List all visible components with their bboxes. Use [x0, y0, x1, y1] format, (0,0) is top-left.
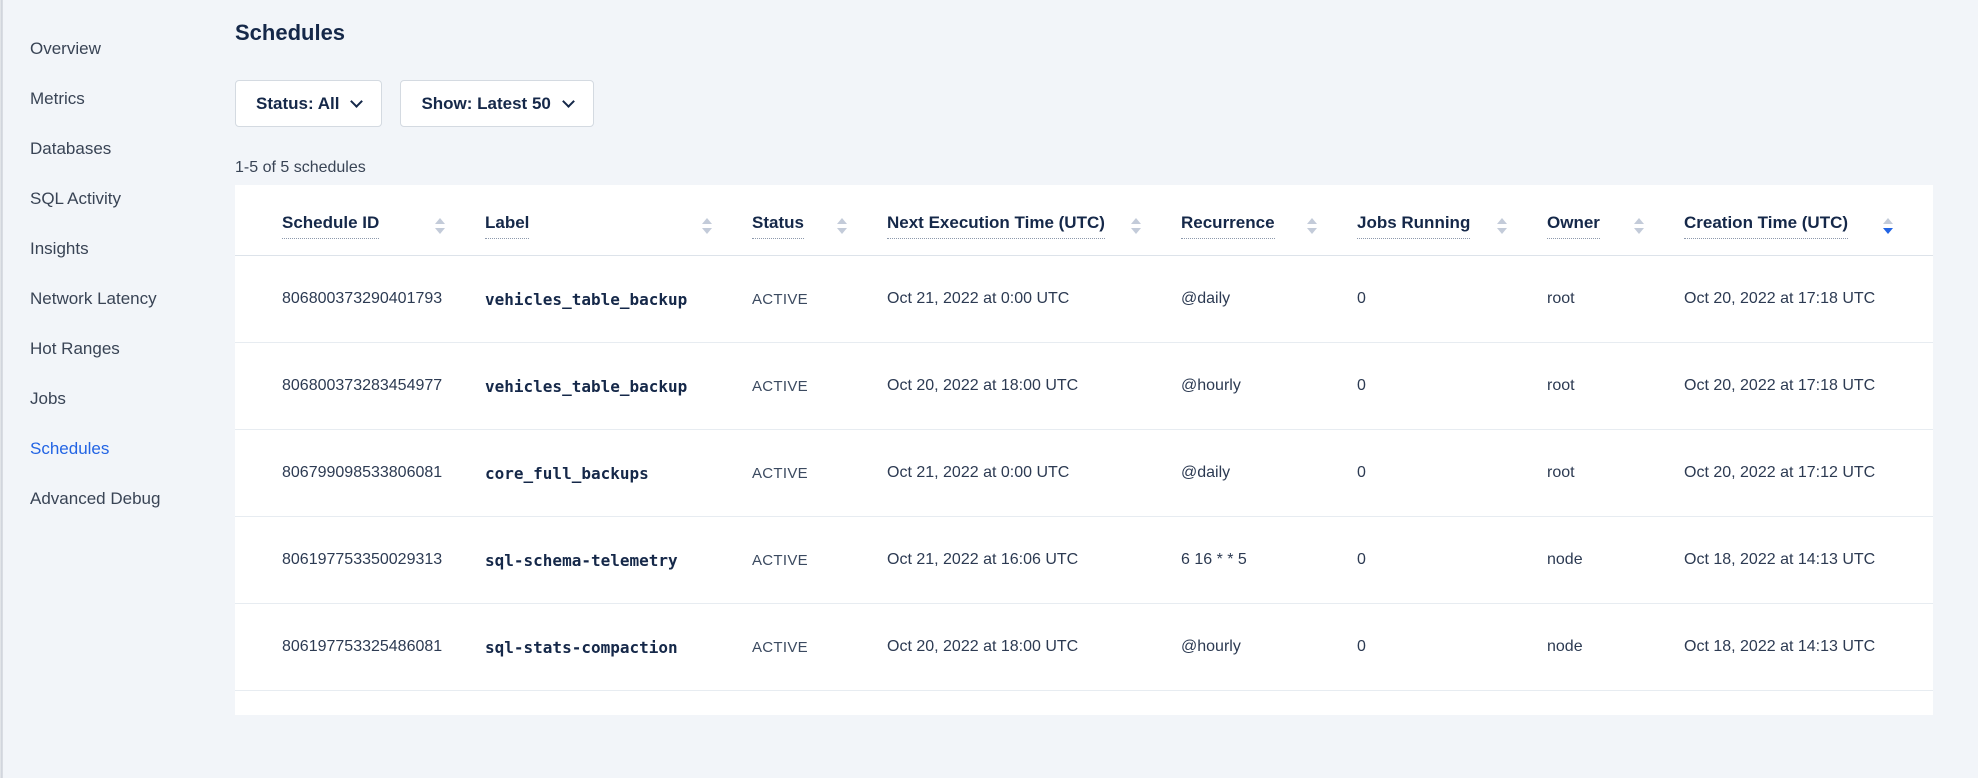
- column-header-next-execution[interactable]: Next Execution Time (UTC): [887, 185, 1181, 256]
- column-header-owner[interactable]: Owner: [1547, 185, 1684, 256]
- column-header-recurrence[interactable]: Recurrence: [1181, 185, 1357, 256]
- sort-arrows-icon: [702, 218, 712, 234]
- schedule-id-cell: 806197753350029313: [235, 517, 485, 604]
- recurrence-cell: @hourly: [1181, 604, 1357, 691]
- jobs-running-cell: 0: [1357, 343, 1547, 430]
- schedule-label-cell: sql-schema-telemetry: [485, 517, 752, 604]
- creation-time-cell: Oct 20, 2022 at 17:18 UTC: [1684, 343, 1933, 430]
- column-header-label[interactable]: Label: [485, 185, 752, 256]
- schedule-table-body: 806800373290401793 vehicles_table_backup…: [235, 256, 1933, 691]
- table-header-row: Schedule ID Label Status Next Execution …: [235, 185, 1933, 256]
- creation-time-cell: Oct 18, 2022 at 14:13 UTC: [1684, 604, 1933, 691]
- schedule-label-cell: vehicles_table_backup: [485, 256, 752, 343]
- owner-cell: root: [1547, 343, 1684, 430]
- schedule-status-cell: ACTIVE: [752, 343, 887, 430]
- recurrence-cell: @hourly: [1181, 343, 1357, 430]
- recurrence-cell: @daily: [1181, 256, 1357, 343]
- sidebar-item-databases[interactable]: Databases: [30, 124, 225, 174]
- sort-arrows-icon: [1131, 218, 1141, 234]
- next-execution-cell: Oct 20, 2022 at 18:00 UTC: [887, 343, 1181, 430]
- column-header-creation-time[interactable]: Creation Time (UTC): [1684, 185, 1933, 256]
- schedule-row: 806197753325486081 sql-stats-compaction …: [235, 604, 1933, 691]
- schedule-status-cell: ACTIVE: [752, 256, 887, 343]
- jobs-running-cell: 0: [1357, 604, 1547, 691]
- show-filter-label: Show: Latest 50: [421, 94, 550, 114]
- results-count: 1-5 of 5 schedules: [235, 159, 1933, 177]
- main-content: Schedules Status: All Show: Latest 50 1-…: [235, 0, 1978, 778]
- sort-arrows-icon: [435, 218, 445, 234]
- schedule-label-cell: vehicles_table_backup: [485, 343, 752, 430]
- schedule-id-cell: 806800373283454977: [235, 343, 485, 430]
- schedule-status-cell: ACTIVE: [752, 430, 887, 517]
- schedule-label-cell: sql-stats-compaction: [485, 604, 752, 691]
- owner-cell: root: [1547, 430, 1684, 517]
- schedule-status-cell: ACTIVE: [752, 604, 887, 691]
- owner-cell: node: [1547, 604, 1684, 691]
- next-execution-cell: Oct 21, 2022 at 0:00 UTC: [887, 430, 1181, 517]
- recurrence-cell: @daily: [1181, 430, 1357, 517]
- sidebar-item-advanced-debug[interactable]: Advanced Debug: [30, 474, 225, 524]
- status-filter-dropdown[interactable]: Status: All: [235, 80, 382, 127]
- sidebar-item-insights[interactable]: Insights: [30, 224, 225, 274]
- sidebar-item-network-latency[interactable]: Network Latency: [30, 274, 225, 324]
- sidebar-item-schedules[interactable]: Schedules: [30, 424, 225, 474]
- window-left-edge: [0, 0, 3, 778]
- schedule-row: 806800373290401793 vehicles_table_backup…: [235, 256, 1933, 343]
- schedule-row: 806197753350029313 sql-schema-telemetry …: [235, 517, 1933, 604]
- owner-cell: node: [1547, 517, 1684, 604]
- schedules-table-card: Schedule ID Label Status Next Execution …: [235, 185, 1933, 715]
- jobs-running-cell: 0: [1357, 256, 1547, 343]
- sidebar: Overview Metrics Databases SQL Activity …: [0, 0, 235, 778]
- next-execution-cell: Oct 21, 2022 at 0:00 UTC: [887, 256, 1181, 343]
- sidebar-item-jobs[interactable]: Jobs: [30, 374, 225, 424]
- sort-arrows-icon: [1307, 218, 1317, 234]
- column-header-schedule-id[interactable]: Schedule ID: [235, 185, 485, 256]
- owner-cell: root: [1547, 256, 1684, 343]
- column-header-status[interactable]: Status: [752, 185, 887, 256]
- next-execution-cell: Oct 21, 2022 at 16:06 UTC: [887, 517, 1181, 604]
- creation-time-cell: Oct 18, 2022 at 14:13 UTC: [1684, 517, 1933, 604]
- jobs-running-cell: 0: [1357, 430, 1547, 517]
- jobs-running-cell: 0: [1357, 517, 1547, 604]
- creation-time-cell: Oct 20, 2022 at 17:12 UTC: [1684, 430, 1933, 517]
- schedule-row: 806799098533806081 core_full_backups ACT…: [235, 430, 1933, 517]
- chevron-down-icon: [351, 95, 364, 108]
- schedule-id-cell: 806197753325486081: [235, 604, 485, 691]
- recurrence-cell: 6 16 * * 5: [1181, 517, 1357, 604]
- sidebar-item-hot-ranges[interactable]: Hot Ranges: [30, 324, 225, 374]
- sidebar-item-sql-activity[interactable]: SQL Activity: [30, 174, 225, 224]
- schedule-row: 806800373283454977 vehicles_table_backup…: [235, 343, 1933, 430]
- schedule-id-cell: 806799098533806081: [235, 430, 485, 517]
- column-header-jobs-running[interactable]: Jobs Running: [1357, 185, 1547, 256]
- schedule-label-cell: core_full_backups: [485, 430, 752, 517]
- creation-time-cell: Oct 20, 2022 at 17:18 UTC: [1684, 256, 1933, 343]
- filters-bar: Status: All Show: Latest 50: [235, 80, 1933, 127]
- sort-arrows-icon: [837, 218, 847, 234]
- sort-arrows-icon: [1634, 218, 1644, 234]
- next-execution-cell: Oct 20, 2022 at 18:00 UTC: [887, 604, 1181, 691]
- sort-arrows-icon: [1497, 218, 1507, 234]
- sidebar-item-overview[interactable]: Overview: [30, 24, 225, 74]
- status-filter-label: Status: All: [256, 94, 339, 114]
- sidebar-item-metrics[interactable]: Metrics: [30, 74, 225, 124]
- show-filter-dropdown[interactable]: Show: Latest 50: [400, 80, 593, 127]
- schedule-status-cell: ACTIVE: [752, 517, 887, 604]
- page-title: Schedules: [235, 20, 1933, 46]
- sort-arrows-icon: [1883, 218, 1893, 234]
- schedules-table: Schedule ID Label Status Next Execution …: [235, 185, 1933, 691]
- schedule-id-cell: 806800373290401793: [235, 256, 485, 343]
- chevron-down-icon: [562, 95, 575, 108]
